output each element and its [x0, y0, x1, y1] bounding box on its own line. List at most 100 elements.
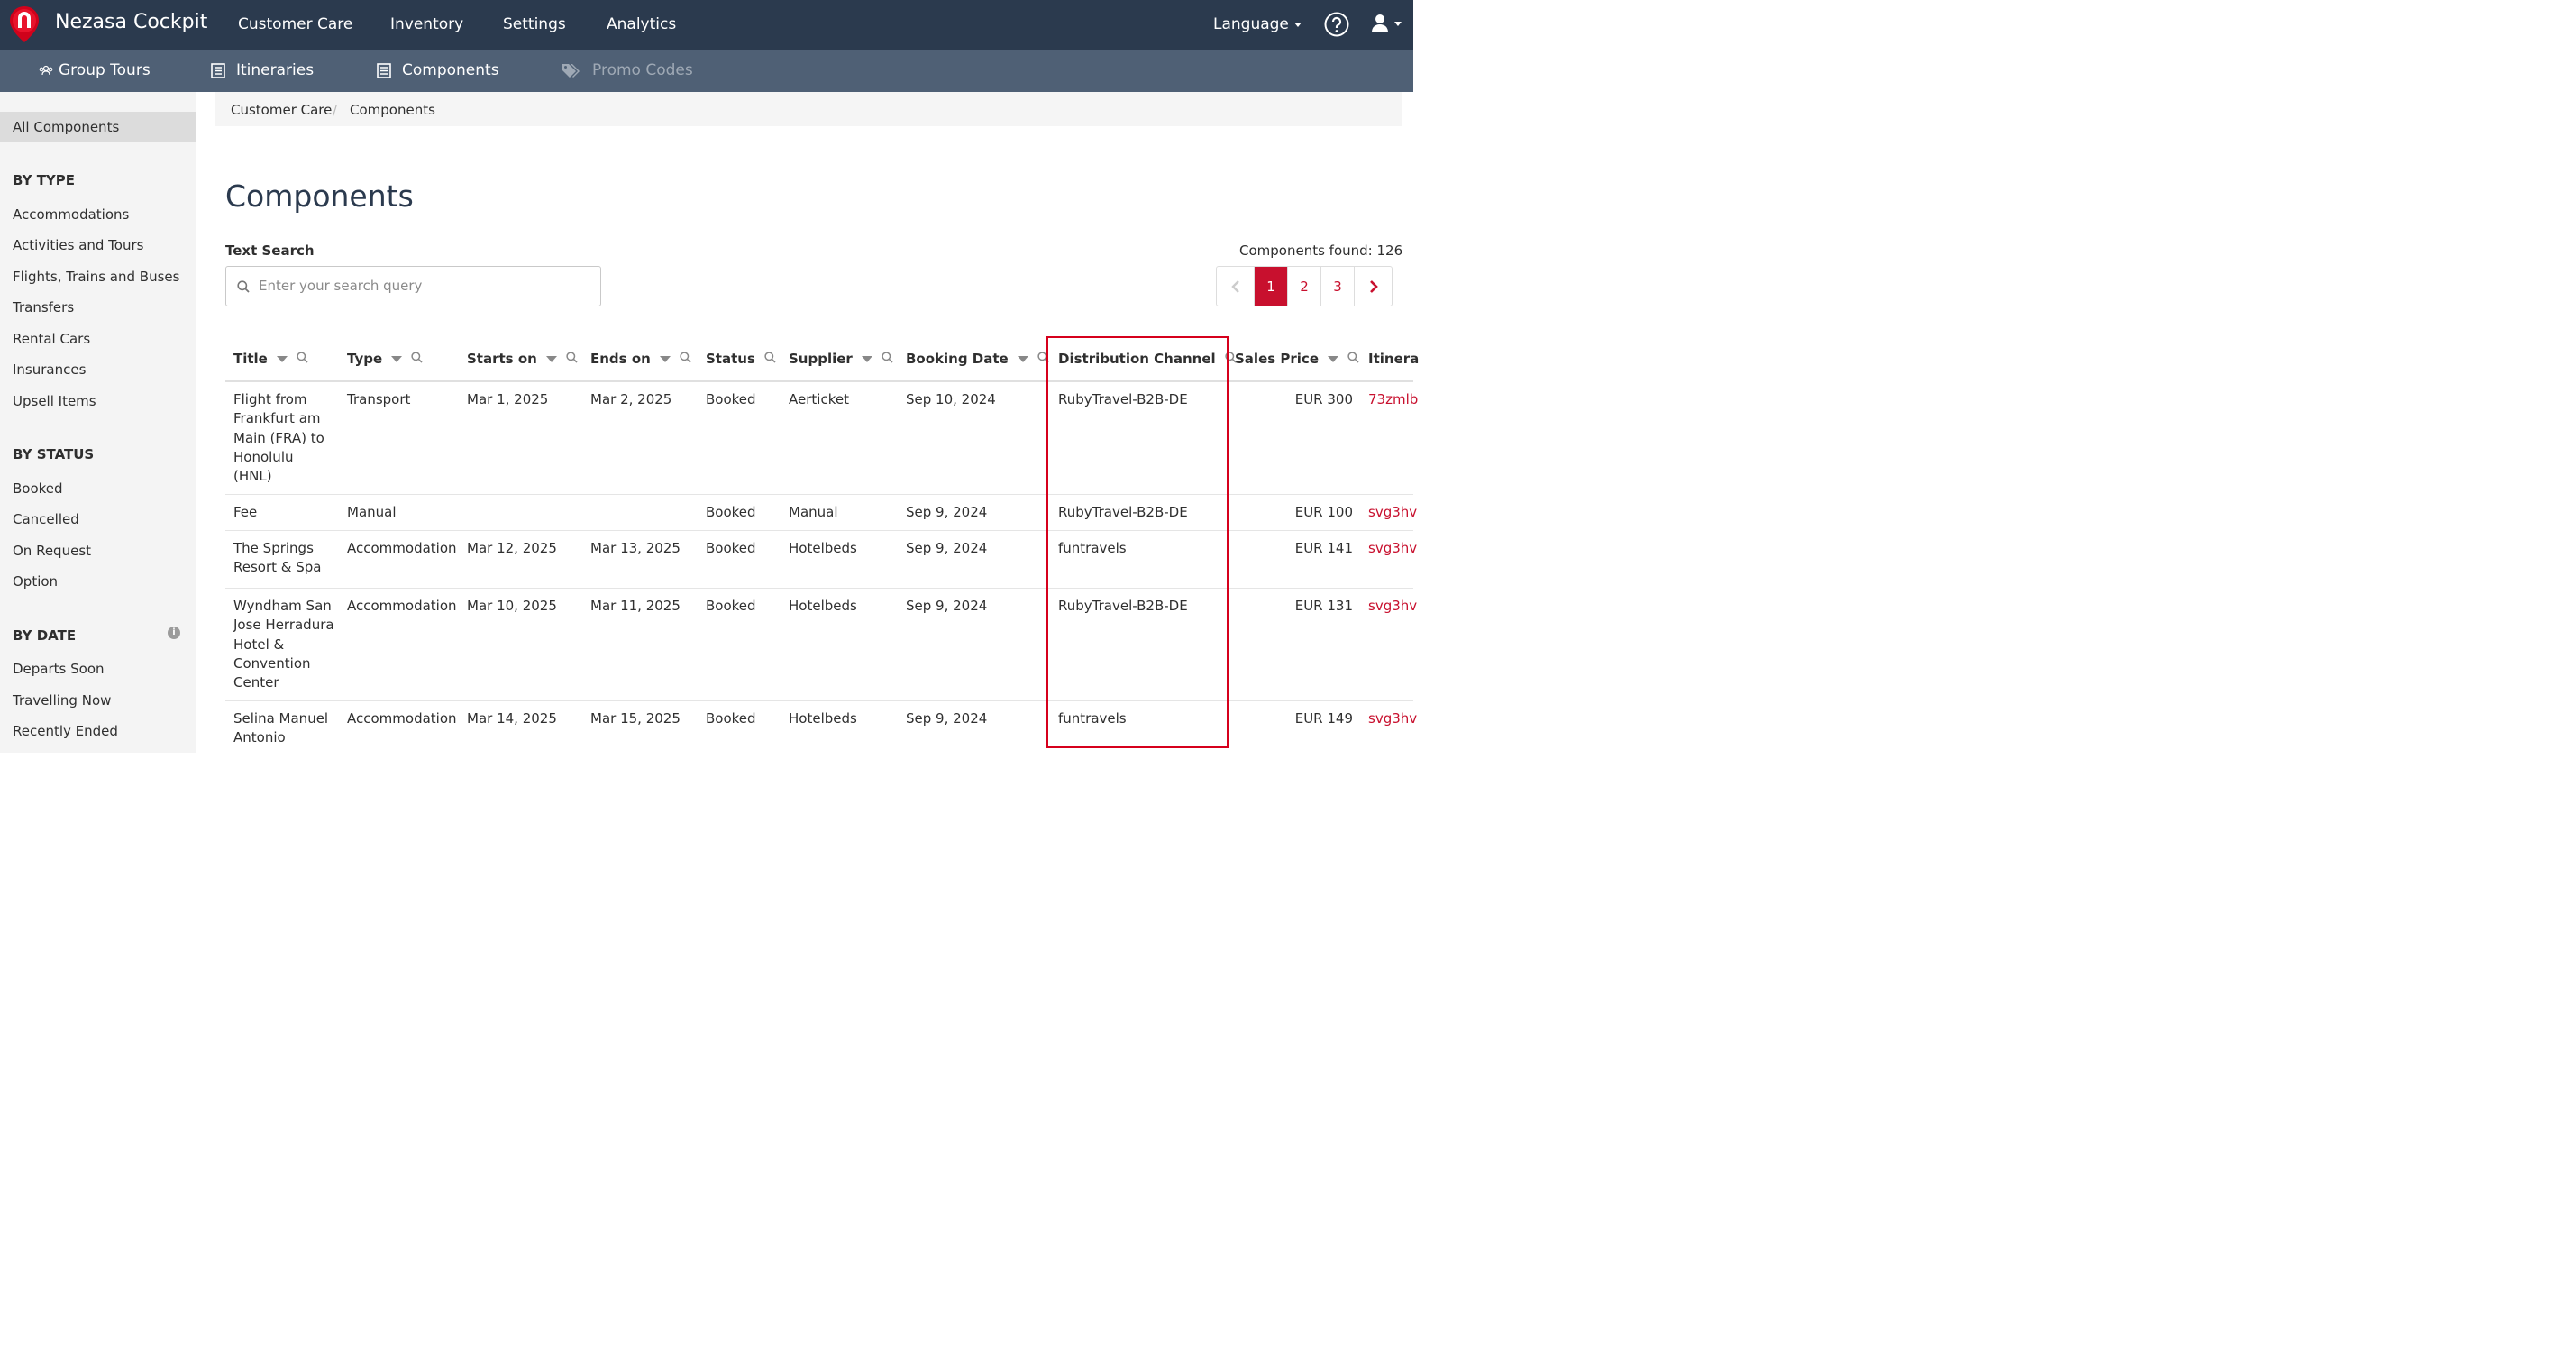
itinerary-link[interactable]: 73zmlb [1368, 390, 1418, 409]
sort-icon[interactable] [1328, 355, 1338, 362]
column-header-ends-on[interactable]: Ends on [590, 351, 691, 367]
cell-title[interactable]: Flight from [233, 390, 307, 409]
search-icon [237, 280, 250, 293]
column-header-label: Status [706, 351, 755, 367]
sidebar-heading-by-status: BY STATUS [13, 446, 95, 462]
cell-type: Manual [347, 504, 397, 520]
cell-starts-on: Mar 10, 2025 [467, 598, 557, 614]
sort-icon[interactable] [391, 355, 403, 362]
topnav-customer-care[interactable]: Customer Care [238, 15, 352, 33]
column-header-supplier[interactable]: Supplier [789, 351, 893, 367]
pagination-next[interactable] [1354, 267, 1392, 306]
cell-title[interactable]: Convention [233, 654, 311, 673]
search-field[interactable] [225, 266, 601, 306]
sidebar-item-cancelled[interactable]: Cancelled [13, 511, 79, 527]
sidebar-item-flights[interactable]: Flights, Trains and Buses [13, 269, 179, 285]
group-icon [39, 65, 53, 76]
subnav-itineraries[interactable]: Itineraries [211, 61, 314, 79]
sidebar-item-booked[interactable]: Booked [13, 480, 63, 497]
sort-icon[interactable] [1017, 355, 1028, 362]
help-icon[interactable] [1324, 12, 1349, 37]
sidebar-item-travelling-now[interactable]: Travelling Now [13, 692, 111, 709]
sidebar-item-insurances[interactable]: Insurances [13, 361, 86, 378]
pagination-prev[interactable] [1217, 267, 1254, 306]
column-header-type[interactable]: Type [347, 351, 423, 367]
cell-status: Booked [706, 598, 756, 614]
sort-icon[interactable] [659, 355, 671, 362]
column-header-title[interactable]: Title [233, 351, 308, 367]
cell-title[interactable]: Honolulu [233, 448, 294, 467]
column-header-sales-price[interactable]: Sales Price [1235, 351, 1359, 367]
cell-type: Accommodation [347, 598, 457, 614]
column-search-icon[interactable] [764, 351, 776, 367]
user-menu[interactable] [1371, 14, 1402, 33]
column-header-booking-date[interactable]: Booking Date [906, 351, 1049, 367]
sidebar-item-activities[interactable]: Activities and Tours [13, 237, 143, 253]
nezasa-logo-icon[interactable] [9, 5, 40, 43]
itinerary-link[interactable]: svg3hv [1368, 503, 1417, 522]
topnav-inventory[interactable]: Inventory [390, 15, 463, 33]
cell-title[interactable]: Center [233, 673, 279, 692]
pagination: 1 2 3 [1216, 266, 1393, 306]
cell-supplier: Hotelbeds [789, 598, 857, 614]
breadcrumb: Customer Care / Components [215, 92, 1402, 126]
column-header-status[interactable]: Status [706, 351, 776, 367]
sidebar-item-recently-ended[interactable]: Recently Ended [13, 723, 118, 739]
column-search-icon[interactable] [411, 351, 423, 367]
subnav-components[interactable]: Components [377, 61, 499, 79]
list-icon [377, 62, 391, 78]
sidebar-item-rental-cars[interactable]: Rental Cars [13, 331, 90, 347]
cell-title[interactable]: Antonio [233, 728, 286, 747]
cell-booking-date: Sep 9, 2024 [906, 504, 988, 520]
cell-title[interactable]: Main (FRA) to [233, 429, 324, 448]
sidebar-item-transfers[interactable]: Transfers [13, 299, 74, 316]
sidebar-item-on-request[interactable]: On Request [13, 543, 91, 559]
column-header-label: Supplier [789, 351, 853, 367]
sort-icon[interactable] [545, 355, 557, 362]
cell-title[interactable]: Frankfurt am [233, 409, 321, 428]
column-header-itinerary[interactable]: Itinera [1368, 351, 1419, 367]
cell-sales-price: EUR 100 [1294, 504, 1353, 520]
itinerary-link[interactable]: svg3hv [1368, 597, 1417, 616]
sidebar-heading-by-type: BY TYPE [13, 172, 76, 188]
sidebar-item-upsell-items[interactable]: Upsell Items [13, 393, 96, 409]
cell-title[interactable]: Wyndham San [233, 597, 332, 616]
column-search-icon[interactable] [1347, 351, 1359, 367]
topnav-settings[interactable]: Settings [503, 15, 566, 33]
pagination-page-3[interactable]: 3 [1320, 267, 1354, 306]
cell-title[interactable]: Selina Manuel [233, 709, 328, 728]
cell-title[interactable]: Fee [233, 503, 257, 522]
search-input[interactable] [259, 278, 583, 294]
breadcrumb-customer-care[interactable]: Customer Care [231, 102, 332, 118]
column-search-icon[interactable] [297, 351, 308, 367]
pagination-page-2[interactable]: 2 [1287, 267, 1320, 306]
subnav-promo-codes[interactable]: Promo Codes [562, 61, 693, 79]
subnav-group-tours[interactable]: Group Tours [39, 61, 151, 79]
cell-starts-on: Mar 12, 2025 [467, 540, 557, 556]
cell-supplier: Manual [789, 504, 838, 520]
column-header-starts-on[interactable]: Starts on [467, 351, 578, 367]
language-dropdown[interactable]: Language [1213, 15, 1302, 33]
sort-icon[interactable] [276, 355, 288, 362]
cell-title[interactable]: The Springs [233, 539, 314, 558]
brand-title[interactable]: Nezasa Cockpit [55, 11, 207, 33]
cell-status: Booked [706, 391, 756, 407]
cell-title[interactable]: Resort & Spa [233, 558, 322, 577]
column-search-icon[interactable] [566, 351, 578, 367]
sidebar-item-departs-soon[interactable]: Departs Soon [13, 661, 105, 677]
topnav-analytics[interactable]: Analytics [607, 15, 676, 33]
info-icon[interactable]: i [168, 627, 180, 639]
pagination-page-1[interactable]: 1 [1254, 267, 1287, 306]
itinerary-link[interactable]: svg3hv [1368, 539, 1417, 558]
column-search-icon[interactable] [882, 351, 893, 367]
column-search-icon[interactable] [680, 351, 691, 367]
cell-title[interactable]: Hotel & [233, 636, 284, 654]
sort-icon[interactable] [861, 355, 872, 362]
sidebar-item-option[interactable]: Option [13, 573, 58, 590]
sidebar-item-accommodations[interactable]: Accommodations [13, 206, 129, 223]
cell-ends-on: Mar 2, 2025 [590, 391, 672, 407]
cell-title[interactable]: (HNL) [233, 467, 272, 486]
sidebar-item-label: All Components [13, 119, 120, 135]
itinerary-link[interactable]: svg3hv [1368, 709, 1417, 728]
cell-title[interactable]: Jose Herradura [233, 616, 334, 635]
